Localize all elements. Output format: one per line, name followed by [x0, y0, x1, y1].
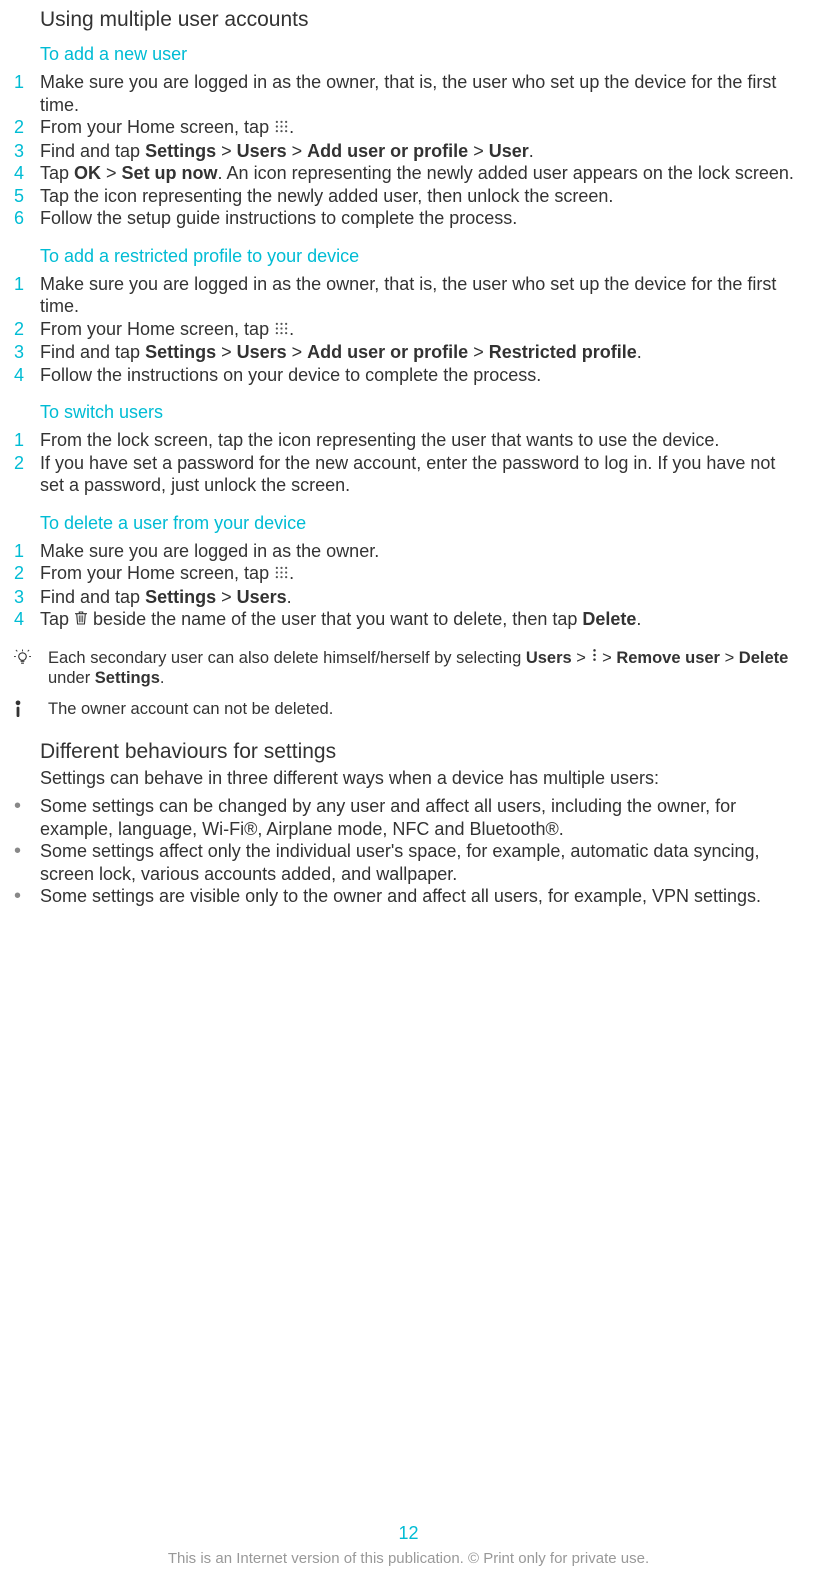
behaviours-intro: Settings can behave in three different w… — [40, 767, 803, 790]
step: 1Make sure you are logged in as the owne… — [14, 71, 803, 116]
step: 1Make sure you are logged in as the owne… — [14, 273, 803, 318]
page-footer: 12 This is an Internet version of this p… — [0, 1523, 817, 1567]
apps-icon — [275, 318, 288, 341]
list-item: Some settings are visible only to the ow… — [14, 885, 803, 908]
tip-note: Each secondary user can also delete hims… — [14, 648, 803, 690]
page-number: 12 — [0, 1523, 817, 1544]
sub-heading-delete: To delete a user from your device — [40, 513, 803, 534]
sub-heading-switch: To switch users — [40, 402, 803, 423]
step: 2From your Home screen, tap . — [14, 318, 803, 342]
steps-restricted: 1Make sure you are logged in as the owne… — [14, 273, 803, 387]
step: 1From the lock screen, tap the icon repr… — [14, 429, 803, 452]
step: 2From your Home screen, tap . — [14, 562, 803, 586]
step: 3Find and tap Settings > Users > Add use… — [14, 140, 803, 163]
sub-heading-restricted: To add a restricted profile to your devi… — [40, 246, 803, 267]
section-heading-behaviours: Different behaviours for settings — [40, 740, 803, 764]
behaviours-bullets: Some settings can be changed by any user… — [14, 795, 803, 908]
list-item: Some settings affect only the individual… — [14, 840, 803, 885]
step: 2From your Home screen, tap . — [14, 116, 803, 140]
lightbulb-icon — [14, 648, 40, 666]
overflow-icon — [592, 647, 597, 668]
warning-note: The owner account can not be deleted. — [14, 699, 803, 720]
step: 6Follow the setup guide instructions to … — [14, 207, 803, 230]
steps-delete: 1Make sure you are logged in as the owne… — [14, 540, 803, 632]
main-heading: Using multiple user accounts — [40, 8, 803, 32]
step: 4Tap beside the name of the user that yo… — [14, 608, 803, 632]
step: 5Tap the icon representing the newly add… — [14, 185, 803, 208]
footer-text: This is an Internet version of this publ… — [0, 1550, 817, 1567]
exclamation-icon — [14, 699, 40, 717]
step: 4Follow the instructions on your device … — [14, 364, 803, 387]
step: 4Tap OK > Set up now. An icon representi… — [14, 162, 803, 185]
step: 3Find and tap Settings > Users > Add use… — [14, 341, 803, 364]
steps-add-user: 1Make sure you are logged in as the owne… — [14, 71, 803, 230]
list-item: Some settings can be changed by any user… — [14, 795, 803, 840]
step: 3Find and tap Settings > Users. — [14, 586, 803, 609]
document-page: Using multiple user accounts To add a ne… — [0, 0, 817, 1589]
step: 2If you have set a password for the new … — [14, 452, 803, 497]
trash-icon — [75, 608, 87, 631]
apps-icon — [275, 562, 288, 585]
steps-switch: 1From the lock screen, tap the icon repr… — [14, 429, 803, 497]
step: 1Make sure you are logged in as the owne… — [14, 540, 803, 563]
sub-heading-add-user: To add a new user — [40, 44, 803, 65]
apps-icon — [275, 116, 288, 139]
